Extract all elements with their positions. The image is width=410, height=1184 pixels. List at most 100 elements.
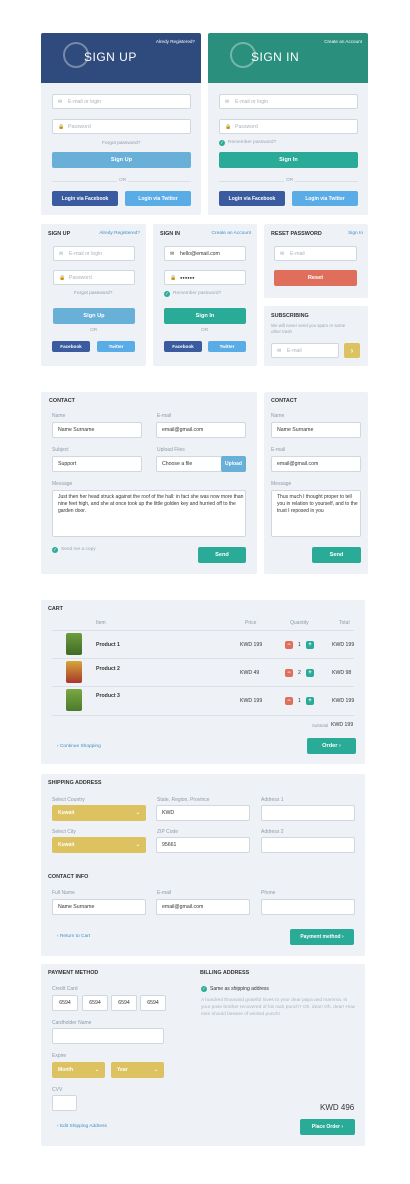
twitter-button[interactable]: Twitter [97,341,135,352]
minus-button[interactable]: − [285,697,293,705]
payment-method-button[interactable]: Payment method › [290,929,354,945]
chevron-right-icon: › [340,1124,344,1130]
plus-button[interactable]: + [306,641,314,649]
send-button[interactable]: Send [198,547,246,563]
continue-shopping-link[interactable]: ‹ Continue Shopping [57,744,101,749]
chevron-right-icon: › [340,934,344,940]
place-order-button[interactable]: Place Order › [300,1119,355,1135]
signin-button[interactable]: Sign In [164,308,246,324]
password-input[interactable]: 🔒 Password [52,119,191,134]
product-image [66,689,82,711]
facebook-login-button[interactable]: Login via Facebook [52,191,118,206]
country-label: Select Country [52,797,85,803]
twitter-button[interactable]: Twitter [208,341,246,352]
product-name[interactable]: Product 1 [96,642,120,648]
card-number-input[interactable]: 6594 [82,995,108,1011]
lock-icon: 🔒 [59,274,66,281]
signup-button[interactable]: Sign Up [52,152,191,168]
email-input[interactable]: email@gmail.com [156,422,246,438]
email-input[interactable]: ✉ E-mail or login [52,94,191,109]
password-input[interactable]: 🔒 ●●●●●● [164,270,246,285]
quantity-value[interactable]: 2 [298,670,301,676]
forgot-password-link[interactable]: Forgot password? [102,141,140,146]
lock-icon: 🔒 [58,123,65,130]
zip-input[interactable]: 95661 [156,837,250,853]
signin-button[interactable]: Sign In [219,152,358,168]
contact-title: CONTACT [271,398,297,404]
phone-input[interactable] [261,899,355,915]
contact-title: CONTACT [49,398,75,404]
card-label: Credit Card [52,986,78,992]
message-textarea[interactable]: Just then her head struck against the ro… [52,490,246,537]
forgot-password-link[interactable]: Forgot password? [74,291,112,296]
check-icon[interactable]: ✓ [164,291,170,297]
signin-link[interactable]: Sign In [348,231,363,236]
email-input[interactable]: email@gmail.com [271,456,361,472]
signin-small-card: SIGN IN Create an Account ✉ hello@email.c… [153,224,257,366]
card-number-input[interactable]: 6594 [52,995,78,1011]
subscribe-button[interactable]: › [344,343,360,358]
subscribe-email-input[interactable]: ✉ E-mail [271,343,339,358]
fullname-label: Full Name [52,890,75,896]
email-input[interactable]: ✉ E-mail or login [53,246,135,261]
name-input[interactable]: Name Surname [271,422,361,438]
remember-label: Remember password? [228,140,277,145]
state-label: State, Region, Province [157,797,210,803]
year-select[interactable]: Year ⌄ [111,1062,164,1078]
billing-title: BILLING ADDRESS [200,970,250,976]
return-to-cart-link[interactable]: ‹ Return to Cart [57,934,90,939]
password-input[interactable]: 🔒 Password [219,119,358,134]
address2-input[interactable] [261,837,355,853]
twitter-login-button[interactable]: Login via Twitter [292,191,358,206]
quantity-value[interactable]: 1 [298,642,301,648]
chevron-down-icon: ⌄ [135,842,140,848]
check-icon[interactable]: ✓ [219,140,225,146]
product-name[interactable]: Product 2 [96,666,120,672]
email-input[interactable]: email@gmail.com [156,899,250,915]
plus-button[interactable]: + [306,669,314,677]
create-account-link[interactable]: Create an Account [324,39,362,44]
check-icon[interactable]: ✓ [201,986,207,992]
card-number-input[interactable]: 6594 [140,995,166,1011]
email-input[interactable]: ✉ hello@email.com [164,246,246,261]
state-input[interactable]: KWD [156,805,250,821]
product-name[interactable]: Product 3 [96,693,120,699]
product-total: KWD 98 [332,670,352,676]
address1-input[interactable] [261,805,355,821]
order-button[interactable]: Order › [307,738,356,754]
edit-shipping-link[interactable]: ‹ Edit Shipping Address [57,1124,107,1129]
city-select[interactable]: Kuwait ⌄ [52,837,146,853]
message-textarea[interactable]: Thus much I thought proper to tell you i… [271,490,361,537]
minus-button[interactable]: − [285,669,293,677]
already-registered-link[interactable]: Alredy Registered? [156,39,195,44]
file-input[interactable]: Choose a file [156,456,222,472]
reset-button[interactable]: Reset [274,270,357,286]
facebook-button[interactable]: Facebook [164,341,202,352]
subject-input[interactable]: Support [52,456,142,472]
month-select[interactable]: Month ⌄ [52,1062,105,1078]
email-input[interactable]: ✉ E-mail or login [219,94,358,109]
chevron-down-icon: ⌄ [153,1067,158,1073]
name-input[interactable]: Name Surname [52,422,142,438]
upload-label: Upload Files [157,447,185,453]
cvv-input[interactable] [52,1095,77,1111]
plus-button[interactable]: + [306,697,314,705]
email-input[interactable]: ✉ E-mail [274,246,357,261]
facebook-button[interactable]: Facebook [52,341,90,352]
password-input[interactable]: 🔒 Password [53,270,135,285]
fullname-input[interactable]: Name Surname [52,899,146,915]
cardholder-input[interactable] [52,1028,164,1044]
minus-button[interactable]: − [285,641,293,649]
facebook-login-button[interactable]: Login via Facebook [219,191,285,206]
send-button[interactable]: Send [312,547,361,563]
already-registered-link[interactable]: Alredy Registered? [99,231,140,236]
card-number-input[interactable]: 6594 [111,995,137,1011]
create-account-link[interactable]: Create an Account [212,231,251,236]
country-select[interactable]: Kuwait ⌄ [52,805,146,821]
order-total: KWD 496 [320,1103,355,1112]
twitter-login-button[interactable]: Login via Twitter [125,191,191,206]
quantity-value[interactable]: 1 [298,698,301,704]
signup-button[interactable]: Sign Up [53,308,135,324]
check-icon[interactable]: ✓ [52,547,58,553]
upload-button[interactable]: Upload [221,456,246,472]
